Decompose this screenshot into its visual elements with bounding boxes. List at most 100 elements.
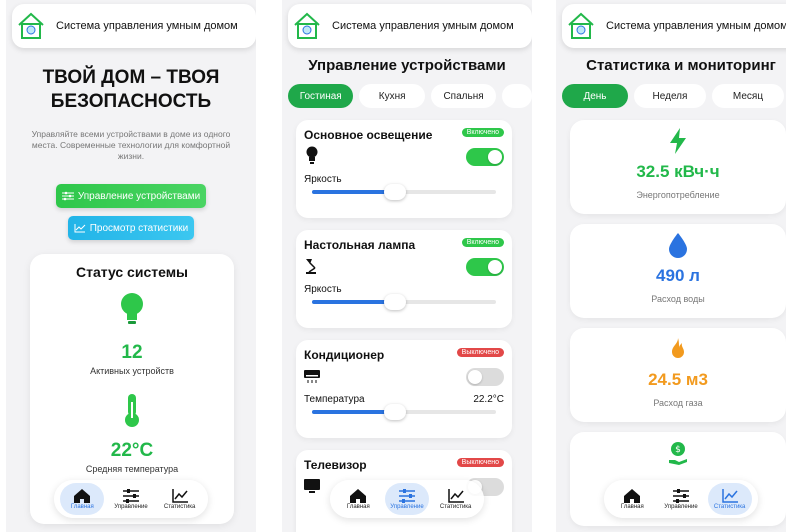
sliders-icon [672,489,689,503]
gas-value: 24.5 м3 [648,370,708,389]
svg-text:$: $ [675,445,681,455]
device-name: Основное освещение [304,128,433,142]
power-toggle[interactable] [466,258,504,276]
water-value: 490 л [656,266,700,285]
tab-day[interactable]: День [562,84,628,108]
room-tabs: Гостиная Кухня Спальня [288,84,532,108]
status-badge: Включено [461,238,504,247]
nav-control[interactable]: Управление [109,483,153,515]
sliders-icon [61,191,74,201]
nav-home[interactable]: Главная [60,483,105,515]
temperature-label: Температура [304,394,365,405]
air-conditioner-icon [304,370,320,383]
brightness-label: Яркость [304,174,342,185]
nav-control-label: Управление [664,504,698,510]
chart-line-icon [171,489,188,503]
nav-home[interactable]: Главная [336,483,380,515]
nav-control[interactable]: Управление [659,483,703,515]
water-label: Расход воды [651,294,705,304]
nav-control-label: Управление [114,504,148,510]
tab-living-room[interactable]: Гостиная [288,84,354,108]
active-devices-count: 12 [121,342,143,363]
bottom-nav: Главная Управление Статистика [604,480,758,518]
nav-control[interactable]: Управление [384,483,429,515]
brightness-slider[interactable] [312,294,496,310]
home-icon [624,489,641,503]
device-card-desk-lamp: Настольная лампа Включено Яркость [296,230,512,328]
nav-stats-label: Статистика [713,504,746,510]
status-badge: Включено [461,128,504,137]
power-toggle[interactable] [466,368,504,386]
nav-control-label: Управление [390,504,424,510]
app-header: Система управления умным домом [12,4,256,48]
chart-line-icon [447,489,464,503]
device-card-air-conditioner: Кондиционер Выключено Температура 22.2°C [296,340,512,438]
chart-line-icon [74,224,86,233]
home-icon [350,489,367,503]
status-badge: Выключено [456,348,504,357]
tab-bedroom[interactable]: Спальня [430,84,497,108]
energy-label: Энергопотребление [636,190,720,200]
lightning-icon [670,128,686,154]
bottom-nav: Главная Управление Статистика [330,480,484,518]
nav-home[interactable]: Главная [610,483,654,515]
manage-devices-label: Управление устройствами [77,190,201,202]
home-screen: Система управления умным домом ТВОЙ ДОМ … [6,0,256,532]
power-toggle[interactable] [466,148,504,166]
tab-week[interactable]: Неделя [634,84,706,108]
chart-line-icon [721,489,738,503]
tab-month[interactable]: Месяц [712,84,784,108]
temperature-slider[interactable] [312,404,496,420]
device-card-main-light: Основное освещение Включено Яркость [296,120,512,218]
sliders-icon [398,489,415,503]
device-name: Настольная лампа [304,238,416,252]
view-stats-button[interactable]: Просмотр статистики [68,216,194,240]
nav-stats-label: Статистика [439,504,472,510]
brightness-slider[interactable] [312,184,496,200]
statistics-screen: Система управления умным домом Статистик… [556,0,786,532]
tab-more[interactable] [502,84,532,108]
desk-lamp-icon [306,259,316,274]
energy-value: 32.5 кВч·ч [636,162,720,181]
bottom-nav: Главная Управление Статистика [54,480,208,518]
nav-home-label: Главная [70,504,94,510]
device-name: Кондиционер [304,348,385,362]
nav-stats[interactable]: Статистика [158,483,202,515]
water-drop-icon [669,233,687,258]
smart-home-logo-icon [568,12,594,39]
nav-stats[interactable]: Статистика [707,483,752,515]
temperature-value: 22°C [110,440,154,461]
tab-kitchen[interactable]: Кухня [359,84,425,108]
app-title: Система управления умным домом [332,20,514,32]
sliders-icon [122,489,139,503]
money-hand-icon: $ [669,442,687,465]
lightbulb-icon [306,146,318,164]
app-header: Система управления умным домом [288,4,532,48]
nav-stats[interactable]: Статистика [434,483,478,515]
device-control-screen: Система управления умным домом Управлени… [282,0,532,532]
period-tabs: День Неделя Месяц [562,84,786,108]
lightbulb-icon [121,293,143,324]
smart-home-logo-icon [294,12,320,39]
manage-devices-button[interactable]: Управление устройствами [56,184,206,208]
energy-card: 32.5 кВч·ч Энергопотребление [570,120,786,214]
status-badge: Выключено [456,458,504,467]
gas-card: 24.5 м3 Расход газа [570,328,786,422]
hero-description: Управляйте всеми устройствами в доме из … [31,129,231,161]
active-devices-label: Активных устройств [90,366,174,376]
gas-label: Расход газа [653,398,703,408]
view-stats-label: Просмотр статистики [89,222,189,234]
nav-home-label: Главная [620,504,644,510]
device-control-title: Управление устройствами [308,57,506,74]
device-name: Телевизор [304,458,367,472]
water-card: 490 л Расход воды [570,224,786,318]
system-status-title: Статус системы [75,264,189,280]
temperature-label: Средняя температура [85,464,179,474]
home-icon [74,489,91,503]
brightness-label: Яркость [304,284,342,295]
hero-title: ТВОЙ ДОМ – ТВОЯ БЕЗОПАСНОСТЬ [42,67,220,112]
app-header: Система управления умным домом [562,4,786,48]
nav-stats-label: Статистика [163,504,196,510]
thermometer-icon [125,394,139,427]
statistics-title: Статистика и мониторинг [586,57,776,74]
